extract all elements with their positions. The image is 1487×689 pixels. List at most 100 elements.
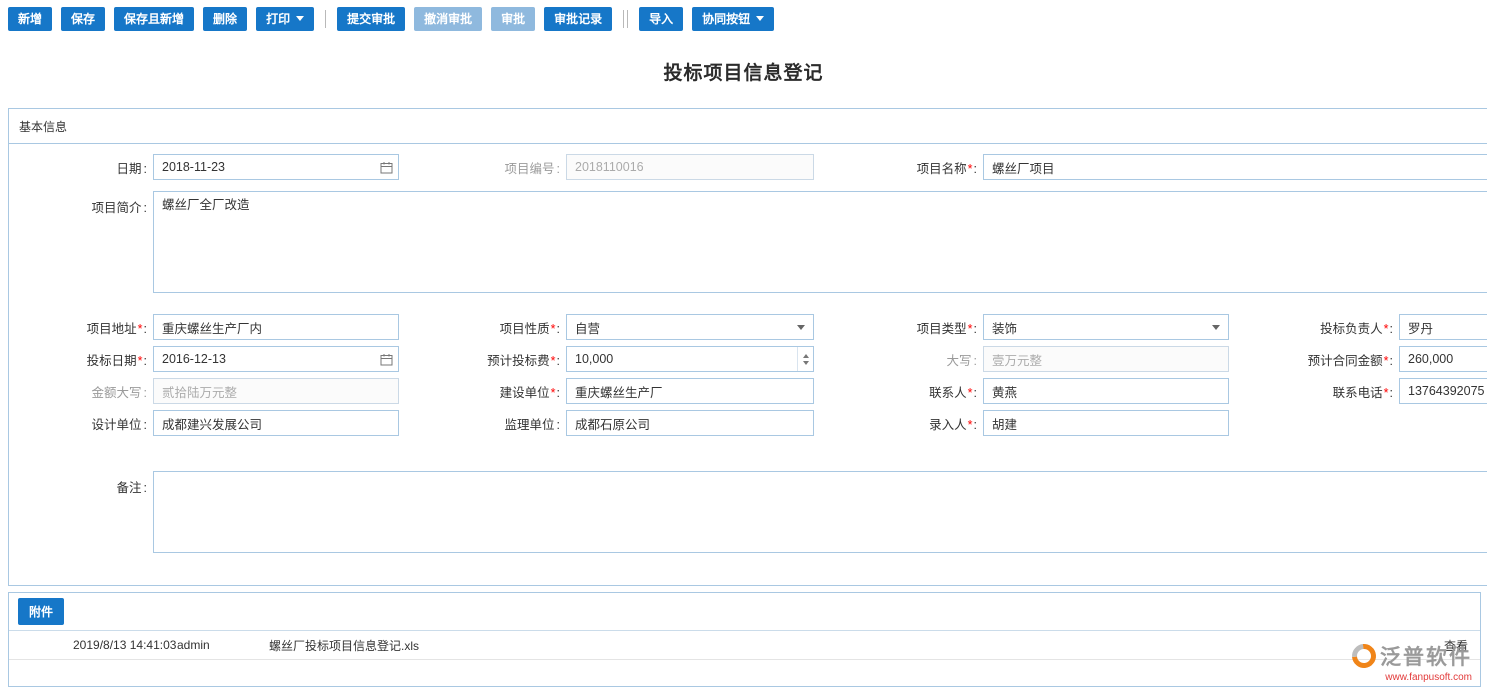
field-construction-unit: 建设单位*: <box>436 378 814 404</box>
fanpu-logo-icon <box>1347 639 1381 673</box>
print-dropdown-button[interactable]: 打印 <box>256 7 314 31</box>
field-bid-fee: 预计投标费*: <box>436 346 814 372</box>
label-text: 项目性质 <box>500 322 550 336</box>
submit-approval-button[interactable]: 提交审批 <box>337 7 405 31</box>
required-mark: * <box>968 386 973 400</box>
attachment-filename: 螺丝厂投标项目信息登记.xls <box>269 637 1444 654</box>
label-colon: : <box>144 481 147 495</box>
contract-amount-input[interactable] <box>1399 346 1487 372</box>
project-name-input[interactable] <box>983 154 1487 180</box>
fanpu-logo: 泛普软件 www.fanpusoft.com <box>1352 641 1472 683</box>
bid-date-input[interactable] <box>153 346 399 372</box>
project-nature-select[interactable] <box>566 314 814 340</box>
project-type-select[interactable] <box>983 314 1229 340</box>
logo-name: 泛普软件 <box>1380 641 1472 671</box>
field-date-label: 日期: <box>25 158 153 177</box>
field-project-address: 项目地址*: <box>25 314 399 340</box>
calendar-icon[interactable] <box>374 155 398 179</box>
collaboration-dropdown-button[interactable]: 协同按钮 <box>692 7 774 31</box>
field-amount-caps-label: 金额大写: <box>25 382 153 401</box>
construction-unit-input[interactable] <box>566 378 814 404</box>
project-intro-textarea[interactable]: 螺丝厂全厂改造 <box>153 191 1487 293</box>
save-and-new-button[interactable]: 保存且新增 <box>114 7 194 31</box>
cancel-approval-button: 撤消审批 <box>414 7 482 31</box>
save-button[interactable]: 保存 <box>61 7 105 31</box>
chevron-down-icon[interactable] <box>789 315 813 339</box>
label-text: 项目类型 <box>917 322 967 336</box>
new-button[interactable]: 新增 <box>8 7 52 31</box>
import-button[interactable]: 导入 <box>639 7 683 31</box>
contact-person-input[interactable] <box>983 378 1229 404</box>
label-colon: : <box>1390 354 1393 368</box>
field-contract-amount: 预计合同金额*: <box>1255 346 1487 372</box>
page-title: 投标项目信息登记 <box>0 58 1487 85</box>
field-project-name-label: 项目名称*: <box>835 158 983 177</box>
label-colon: : <box>1390 322 1393 336</box>
field-bid-date-label: 投标日期*: <box>25 350 153 369</box>
chevron-down-icon <box>756 16 764 21</box>
bid-leader-input[interactable] <box>1399 314 1487 340</box>
recorder-input[interactable] <box>983 410 1229 436</box>
field-remark-label: 备注: <box>25 471 153 496</box>
field-bid-leader: 投标负责人*: <box>1255 314 1487 340</box>
amount-caps-input <box>153 378 399 404</box>
label-colon: : <box>557 354 560 368</box>
field-project-type-label: 项目类型*: <box>835 318 983 337</box>
button-label: 打印 <box>266 13 290 25</box>
label-text: 预计合同金额 <box>1308 354 1383 368</box>
button-label: 审批记录 <box>554 13 602 25</box>
toolbar-separator <box>627 10 628 28</box>
field-project-intro-label: 项目简介: <box>25 191 153 216</box>
supervision-unit-input[interactable] <box>566 410 814 436</box>
button-label: 协同按钮 <box>702 13 750 25</box>
label-colon: : <box>557 322 560 336</box>
button-label: 删除 <box>213 13 237 25</box>
field-fee-caps-label: 大写: <box>835 350 983 369</box>
number-spinner-icon[interactable] <box>797 347 813 371</box>
required-mark: * <box>551 322 556 336</box>
approval-records-button[interactable]: 审批记录 <box>544 7 612 31</box>
label-text: 大写 <box>947 354 972 368</box>
label-colon: : <box>557 418 560 432</box>
field-bid-leader-label: 投标负责人*: <box>1255 318 1399 337</box>
date-input[interactable] <box>153 154 399 180</box>
label-text: 联系人 <box>929 386 967 400</box>
label-text: 项目地址 <box>87 322 137 336</box>
label-text: 设计单位 <box>92 418 142 432</box>
logo-url: www.fanpusoft.com <box>1352 672 1472 683</box>
field-supervision-unit-label: 监理单位: <box>436 414 566 433</box>
attachment-header: 附件 <box>9 593 1480 631</box>
section-header-basic-info: 基本信息 <box>9 109 1487 144</box>
field-contact-phone-label: 联系电话*: <box>1255 382 1399 401</box>
button-label: 保存 <box>71 13 95 25</box>
project-no-input <box>566 154 814 180</box>
label-text: 金额大写 <box>92 386 142 400</box>
attachment-button[interactable]: 附件 <box>18 598 64 625</box>
attachment-row: 2019/8/13 14:41:03 admin 螺丝厂投标项目信息登记.xls… <box>9 631 1480 660</box>
label-text: 日期 <box>117 162 142 176</box>
button-label: 审批 <box>501 13 525 25</box>
field-recorder: 录入人*: <box>835 410 1229 436</box>
bid-fee-input[interactable] <box>566 346 814 372</box>
design-unit-input[interactable] <box>153 410 399 436</box>
required-mark: * <box>1384 322 1389 336</box>
label-colon: : <box>974 354 977 368</box>
contact-phone-input[interactable] <box>1399 378 1487 404</box>
field-construction-unit-label: 建设单位*: <box>436 382 566 401</box>
delete-button[interactable]: 删除 <box>203 7 247 31</box>
field-contract-amount-label: 预计合同金额*: <box>1255 350 1399 369</box>
required-mark: * <box>1384 354 1389 368</box>
project-address-input[interactable] <box>153 314 399 340</box>
calendar-icon[interactable] <box>374 347 398 371</box>
label-text: 项目编号 <box>505 162 555 176</box>
remark-textarea[interactable] <box>153 471 1487 553</box>
field-amount-caps: 金额大写: <box>25 378 399 404</box>
chevron-down-icon[interactable] <box>1204 315 1228 339</box>
field-project-intro: 项目简介: 螺丝厂全厂改造 <box>25 191 1487 293</box>
chevron-down-icon <box>296 16 304 21</box>
field-project-nature: 项目性质*: <box>436 314 814 340</box>
required-mark: * <box>551 354 556 368</box>
field-project-type: 项目类型*: <box>835 314 1229 340</box>
label-colon: : <box>974 386 977 400</box>
label-text: 投标负责人 <box>1320 322 1383 336</box>
